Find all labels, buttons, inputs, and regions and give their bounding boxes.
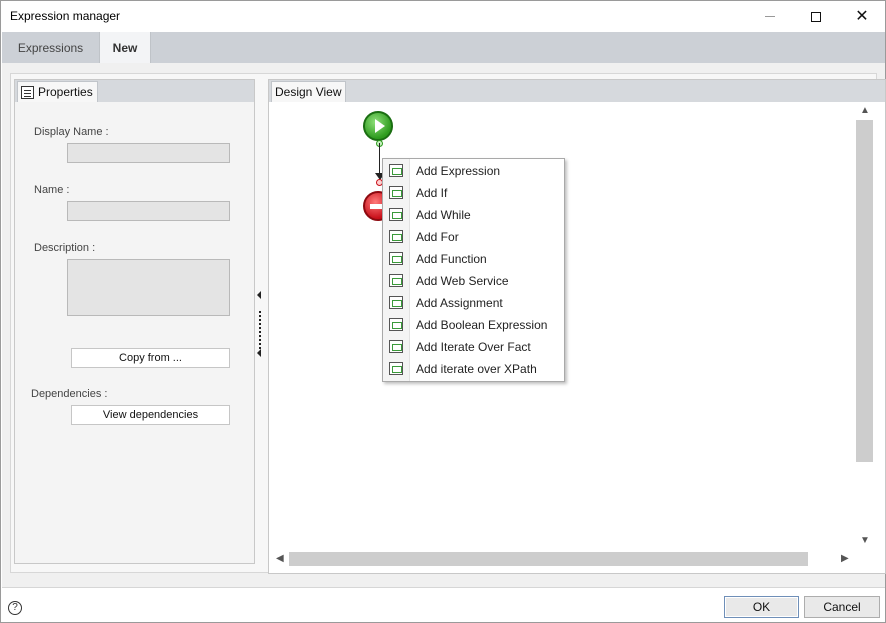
tab-new[interactable]: New [99, 32, 151, 63]
copy-from-button[interactable]: Copy from ... [71, 348, 230, 368]
assignment-icon [389, 296, 403, 309]
menu-item-label: Add iterate over XPath [416, 362, 537, 376]
window-title: Expression manager [10, 9, 121, 23]
menu-item-label: Add While [416, 208, 471, 222]
properties-panel: Properties Display Name : Name : Descrip… [14, 79, 255, 564]
design-view-panel: Design View ▲ ▼ ◀ ▶ [268, 79, 886, 574]
scroll-down-icon[interactable]: ▼ [860, 536, 870, 546]
minimize-button[interactable] [747, 1, 793, 32]
menu-item-label: Add Function [416, 252, 487, 266]
menu-item-add-iterate-over-fact[interactable]: Add Iterate Over Fact [383, 336, 564, 358]
horizontal-scrollbar[interactable]: ◀ ▶ [271, 550, 856, 567]
dialog-footer: ? OK Cancel [2, 587, 885, 622]
iterate-xpath-icon [389, 362, 403, 375]
menu-item-add-if[interactable]: Add If [383, 182, 564, 204]
ok-button[interactable]: OK [724, 596, 799, 618]
collapse-left-icon-2[interactable] [257, 349, 261, 357]
expression-icon [389, 164, 403, 177]
display-name-label: Display Name : [34, 126, 109, 138]
menu-item-add-boolean-expression[interactable]: Add Boolean Expression [383, 314, 564, 336]
if-icon [389, 186, 403, 199]
scroll-up-icon[interactable]: ▲ [860, 106, 870, 116]
menu-item-label: Add Web Service [416, 274, 509, 288]
scroll-right-icon[interactable]: ▶ [841, 554, 849, 564]
description-field[interactable] [67, 259, 230, 316]
function-icon [389, 252, 403, 265]
start-node-play-icon[interactable] [363, 111, 393, 141]
cancel-button[interactable]: Cancel [804, 596, 880, 618]
properties-tab[interactable]: Properties [17, 81, 98, 102]
boolean-expression-icon [389, 318, 403, 331]
properties-tab-label: Properties [38, 85, 93, 99]
horizontal-scroll-thumb[interactable] [289, 552, 808, 566]
menu-item-label: Add For [416, 230, 459, 244]
name-label: Name : [34, 184, 70, 196]
minimize-icon [765, 16, 775, 17]
close-icon: ✕ [855, 7, 869, 25]
title-bar: Expression manager ✕ [1, 1, 885, 32]
menu-item-add-function[interactable]: Add Function [383, 248, 564, 270]
menu-item-add-while[interactable]: Add While [383, 204, 564, 226]
panel-splitter[interactable] [257, 81, 263, 566]
help-icon[interactable]: ? [8, 601, 22, 615]
name-field[interactable] [67, 201, 230, 221]
maximize-icon [811, 11, 821, 22]
design-view-tab-label: Design View [275, 85, 342, 99]
view-dependencies-button[interactable]: View dependencies [71, 405, 230, 425]
menu-item-add-iterate-over-xpath[interactable]: Add iterate over XPath [383, 358, 564, 380]
dependencies-label: Dependencies : [31, 388, 108, 400]
menu-item-label: Add Iterate Over Fact [416, 340, 531, 354]
web-service-icon [389, 274, 403, 287]
description-label: Description : [34, 242, 96, 254]
tab-strip: Expressions New [2, 32, 885, 63]
menu-item-add-expression[interactable]: Add Expression [383, 160, 564, 182]
menu-item-add-web-service[interactable]: Add Web Service [383, 270, 564, 292]
menu-item-label: Add Boolean Expression [416, 318, 548, 332]
vertical-scrollbar[interactable]: ▲ ▼ [856, 102, 873, 550]
for-icon [389, 230, 403, 243]
menu-item-add-assignment[interactable]: Add Assignment [383, 292, 564, 314]
iterate-fact-icon [389, 340, 403, 353]
add-node-context-menu: Add Expression Add If Add While Add For … [382, 158, 565, 382]
menu-item-label: Add Assignment [416, 296, 503, 310]
properties-icon [21, 85, 34, 99]
vertical-scroll-thumb[interactable] [856, 120, 873, 462]
scroll-left-icon[interactable]: ◀ [276, 554, 284, 564]
menu-item-add-for[interactable]: Add For [383, 226, 564, 248]
flow-connector-line [379, 143, 380, 177]
display-name-field[interactable] [67, 143, 230, 163]
tab-expressions[interactable]: Expressions [2, 32, 99, 63]
design-view-header: Design View [269, 80, 885, 102]
expression-manager-window: Expression manager ✕ Expressions New Pro… [0, 0, 886, 623]
collapse-left-icon[interactable] [257, 291, 261, 299]
properties-header: Properties [15, 80, 254, 102]
close-button[interactable]: ✕ [839, 1, 885, 32]
while-icon [389, 208, 403, 221]
menu-item-label: Add Expression [416, 164, 501, 178]
maximize-button[interactable] [793, 1, 839, 32]
design-view-tab[interactable]: Design View [271, 81, 347, 102]
splitter-grip-icon[interactable] [259, 311, 261, 351]
menu-item-label: Add If [416, 186, 448, 200]
